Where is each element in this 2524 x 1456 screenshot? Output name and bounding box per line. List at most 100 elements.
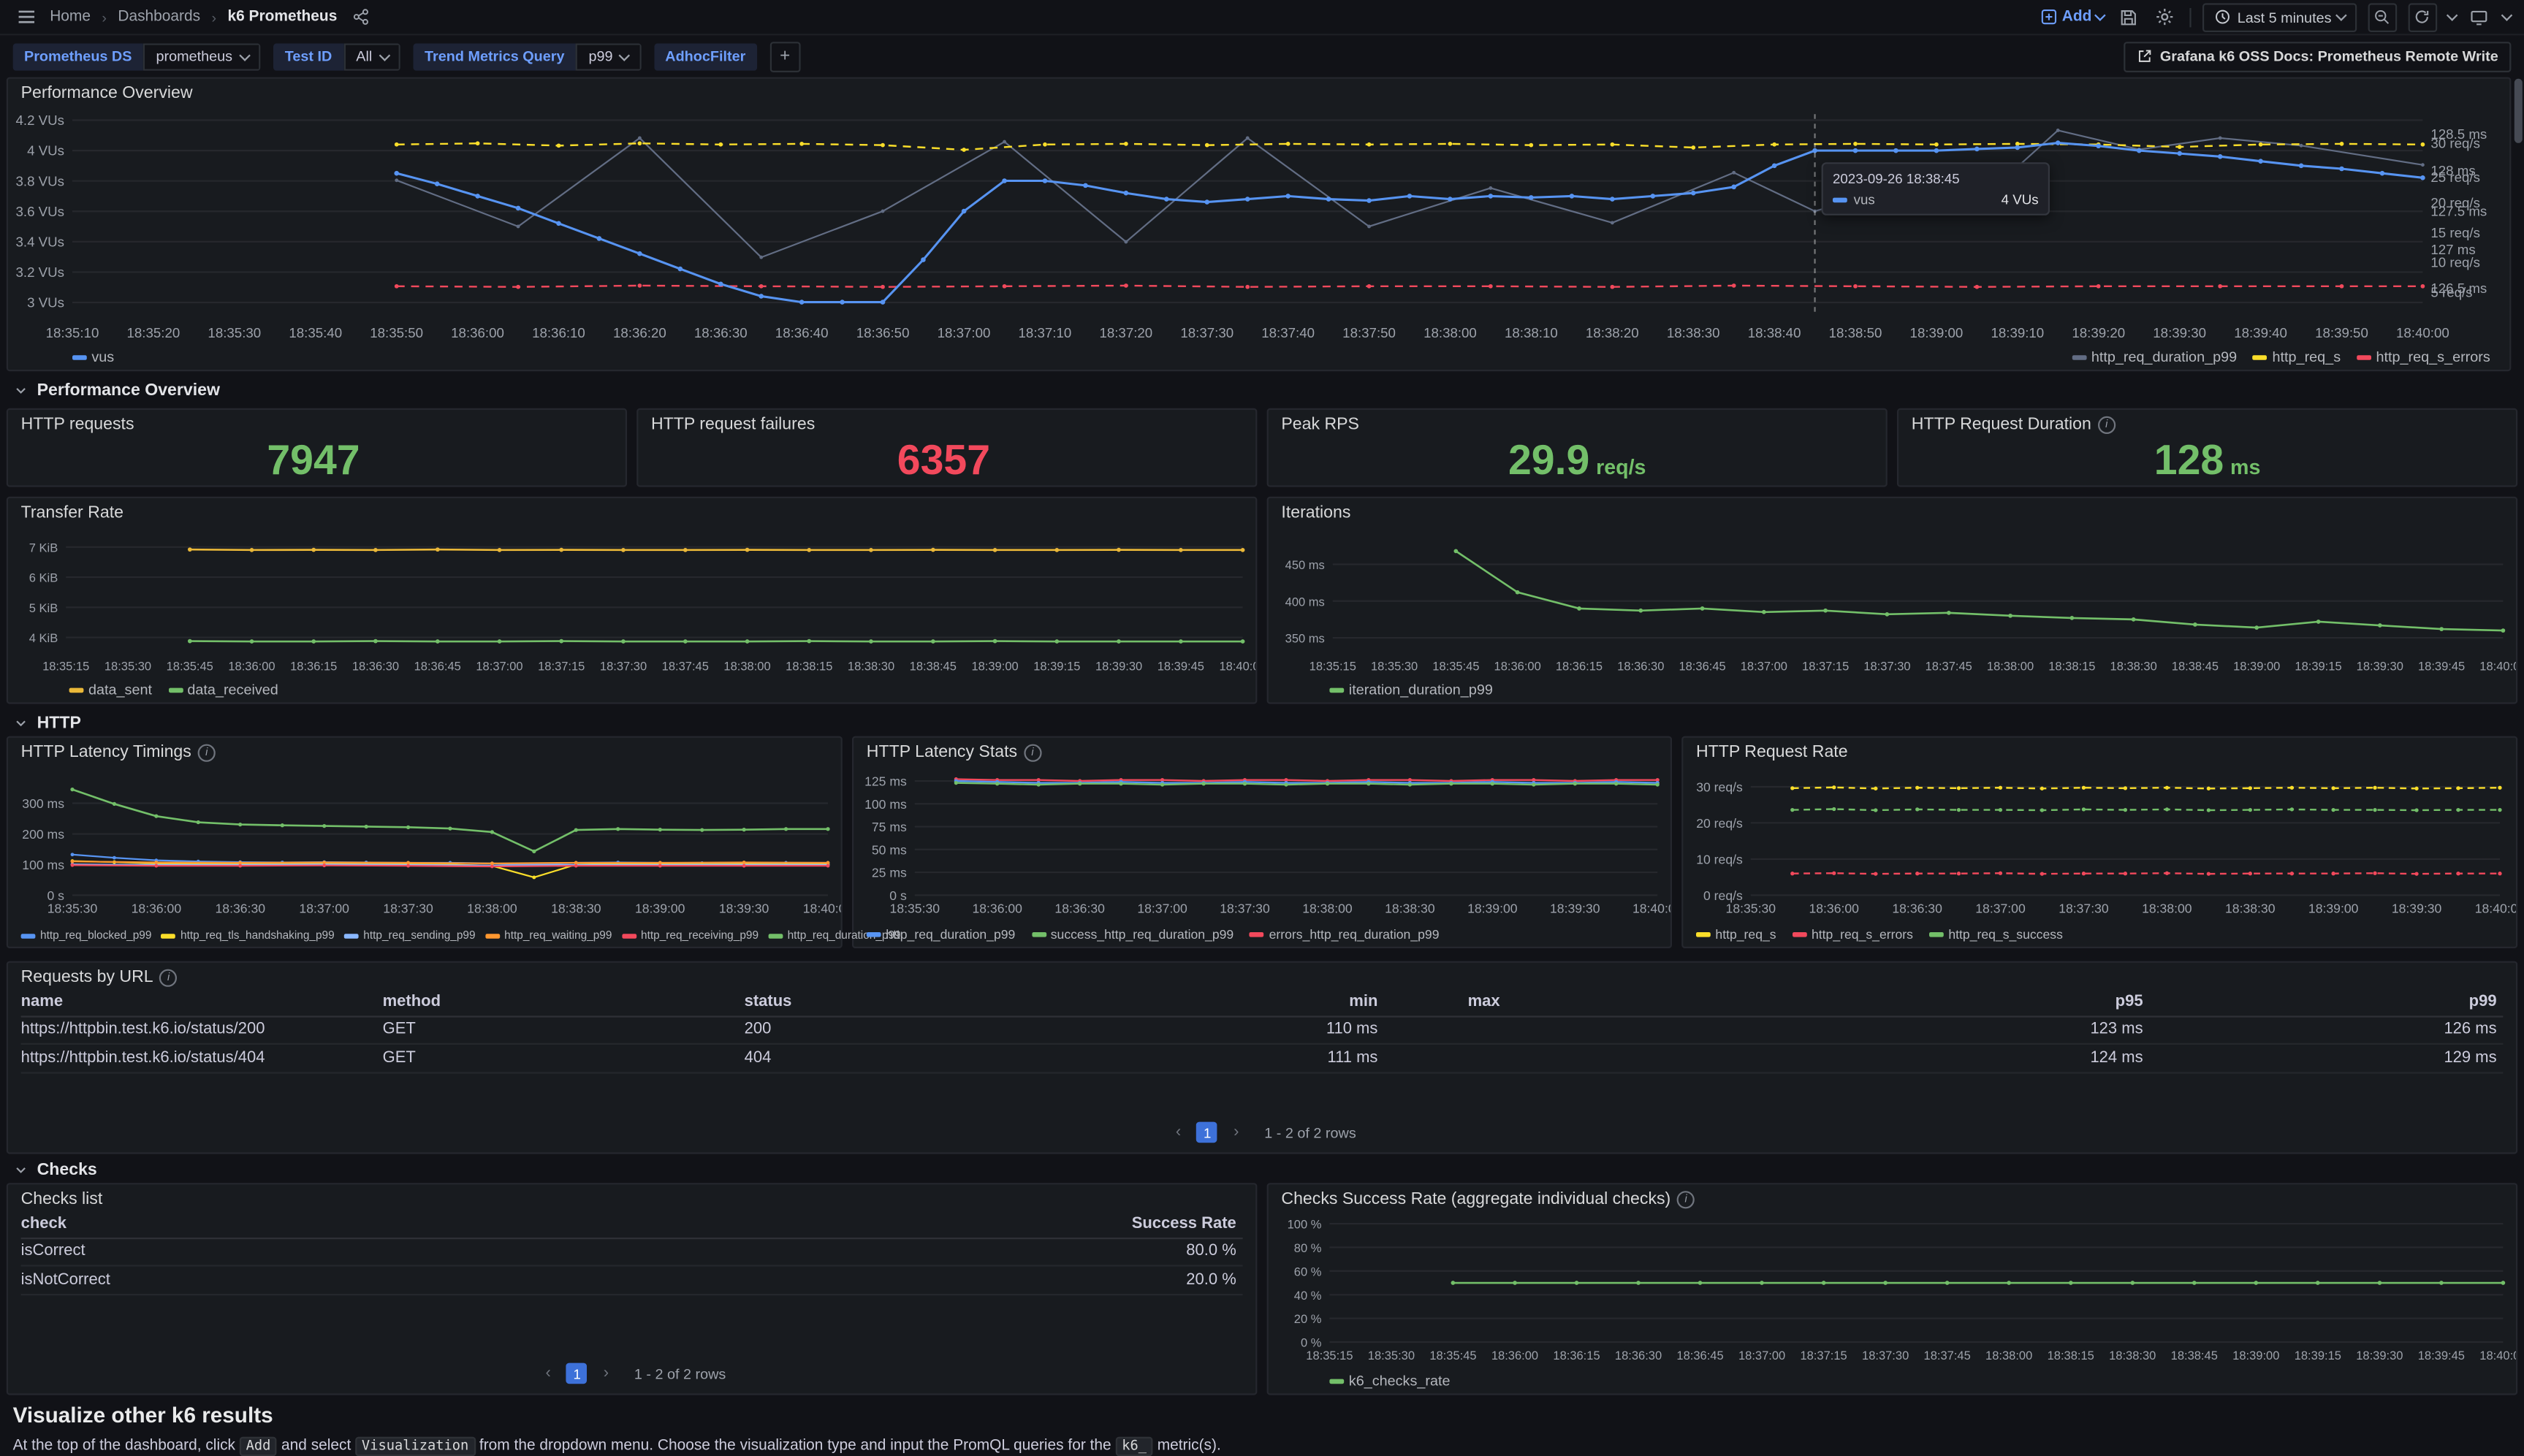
panel-title[interactable]: HTTP request failures [651,415,815,434]
legend-item[interactable]: http_req_s [1696,927,1776,942]
info-icon[interactable] [159,969,177,986]
refresh-interval-chevron[interactable] [2447,10,2457,20]
prev-page-button[interactable]: ‹ [538,1363,559,1384]
top-nav: Home › Dashboards › k6 Prometheus Add [0,0,2524,35]
x-axis-label: 18:36:15 [1556,660,1603,673]
add-button[interactable]: Add [2040,8,2104,26]
legend-item[interactable]: http_req_s_errors [1793,927,1913,942]
save-dashboard-icon[interactable] [2116,4,2141,30]
panel-title[interactable]: Transfer Rate [21,503,123,522]
section-checks[interactable]: Checks [13,1160,97,1179]
info-icon[interactable] [198,744,216,761]
variable-prometheus-ds[interactable]: Prometheus DS prometheus [13,42,261,69]
zoom-out-icon[interactable] [2368,2,2397,31]
info-icon[interactable] [1024,744,1041,761]
dashboard-settings-icon[interactable] [2152,4,2178,30]
http-latency-timings-chart[interactable]: 300 ms200 ms100 ms0 s18:35:3018:36:0018:… [11,763,840,918]
column-header[interactable]: method [383,993,745,1010]
legend-item[interactable]: errors_http_req_duration_p99 [1250,927,1439,942]
panel-checks-success-rate: Checks Success Rate (aggregate individua… [1267,1183,2518,1395]
next-page-button[interactable]: › [596,1363,617,1384]
panel-title[interactable]: Checks list [21,1189,103,1208]
code-chip: Visualization [355,1437,475,1456]
legend-swatch [485,934,500,939]
legend-item[interactable]: http_req_blocked_p99 [21,931,152,942]
section-http[interactable]: HTTP [13,714,81,733]
x-axis-label: 18:39:00 [971,660,1018,673]
breadcrumb-dashboards[interactable]: Dashboards [118,8,200,26]
column-header[interactable]: status [745,993,1195,1010]
legend-item[interactable]: http_req_s_errors [2357,348,2490,365]
prev-page-button[interactable]: ‹ [1168,1122,1189,1143]
x-axis-label: 18:40:00 [1219,660,1255,673]
http-request-rate-chart[interactable]: 30 req/s20 req/s10 req/s0 req/s18:35:301… [1687,763,2516,918]
variable-test-id[interactable]: Test ID All [273,42,400,69]
legend-item[interactable]: http_req_s_success [1929,927,2063,942]
y-axis-label-right: 5 req/s [2430,284,2472,300]
x-axis-label: 18:35:45 [1429,1349,1476,1362]
toolbar-collapse-chevron[interactable] [2502,10,2512,20]
menu-icon[interactable] [13,4,39,30]
column-header[interactable]: name [21,993,383,1010]
panel-title[interactable]: Requests by URL [21,967,178,986]
http-latency-stats-chart[interactable]: 125 ms100 ms75 ms50 ms25 ms0 s18:35:3018… [857,763,1670,918]
x-axis-label: 18:38:20 [1586,325,1639,340]
panel-title[interactable]: HTTP Request Duration [1912,415,2116,434]
x-axis-label: 18:37:15 [538,660,585,673]
breadcrumb-home[interactable]: Home [50,8,91,26]
x-axis-label: 18:37:10 [1019,325,1072,340]
column-header[interactable]: p95 [1510,993,2153,1010]
x-axis-label: 18:39:30 [2356,1349,2403,1362]
panel-title[interactable]: HTTP Request Rate [1696,742,1848,761]
info-icon[interactable] [1677,1190,1695,1208]
variable-trend-metrics-query[interactable]: Trend Metrics Query p99 [414,42,642,69]
next-page-button[interactable]: › [1225,1122,1247,1143]
share-icon[interactable] [349,4,374,30]
column-header[interactable]: check [21,1215,793,1232]
add-filter-button[interactable] [769,41,800,72]
legend-item[interactable]: http_req_sending_p99 [344,931,476,942]
refresh-icon[interactable] [2408,2,2437,31]
panel-title[interactable]: HTTP requests [21,415,134,434]
legend-item[interactable]: http_req_receiving_p99 [622,931,759,942]
x-axis-label: 18:36:45 [414,660,461,673]
series-errors_http_req_duration_p99 [956,780,1657,781]
legend-item[interactable]: iteration_duration_p99 [1329,682,1492,698]
time-range-picker[interactable]: Last 5 minutes [2202,2,2356,31]
checks-success-rate-chart[interactable]: 100 %80 %60 %40 %20 %0 %18:35:1518:35:30… [1271,1211,2516,1365]
info-icon[interactable] [2098,416,2116,433]
legend-item[interactable]: vus [72,348,114,365]
panel-title[interactable]: Peak RPS [1281,415,1359,434]
legend-item[interactable]: success_http_req_duration_p99 [1031,927,1234,942]
legend-item[interactable]: http_req_duration_p99 [2072,348,2237,365]
page-button[interactable]: 1 [566,1363,588,1384]
column-header[interactable]: max [1388,993,1510,1010]
x-axis-label: 18:38:30 [2225,902,2276,916]
adhoc-filter[interactable]: AdhocFilter [654,42,757,69]
legend-item[interactable]: data_sent [69,682,152,698]
section-performance-overview[interactable]: Performance Overview [13,381,220,400]
performance-overview-chart[interactable]: 4.2 VUs4 VUs3.8 VUs3.6 VUs3.4 VUs3.2 VUs… [11,104,2506,343]
legend-item[interactable]: http_req_s [2253,348,2341,365]
page-scrollbar[interactable] [2515,79,2523,143]
docs-link[interactable]: Grafana k6 OSS Docs: Prometheus Remote W… [2123,41,2511,72]
legend-item[interactable]: http_req_duration_p99 [867,927,1016,942]
panel-title[interactable]: Iterations [1281,503,1350,522]
legend-item[interactable]: http_req_waiting_p99 [485,931,612,942]
kiosk-mode-icon[interactable] [2467,4,2493,30]
column-header[interactable]: Success Rate [793,1215,1246,1232]
column-header[interactable]: min [1195,993,1388,1010]
y-axis-label-right: 10 req/s [2430,255,2480,270]
panel-title[interactable]: Checks Success Rate (aggregate individua… [1281,1189,1695,1208]
panel-title[interactable]: HTTP Latency Timings [21,742,216,761]
panel-title[interactable]: HTTP Latency Stats [867,742,1041,761]
legend-item[interactable]: k6_checks_rate [1329,1373,1450,1389]
column-header[interactable]: p99 [2153,993,2506,1010]
iterations-chart[interactable]: 450 ms400 ms350 ms18:35:1518:35:3018:35:… [1271,524,2516,675]
legend-item[interactable]: http_req_tls_handshaking_p99 [161,931,335,942]
legend-swatch [1696,932,1711,937]
panel-title[interactable]: Performance Overview [21,83,193,102]
transfer-rate-chart[interactable]: 7 KiB6 KiB5 KiB4 KiB18:35:1518:35:3018:3… [11,524,1255,675]
legend-item[interactable]: data_received [168,682,278,698]
page-button[interactable]: 1 [1197,1122,1218,1143]
